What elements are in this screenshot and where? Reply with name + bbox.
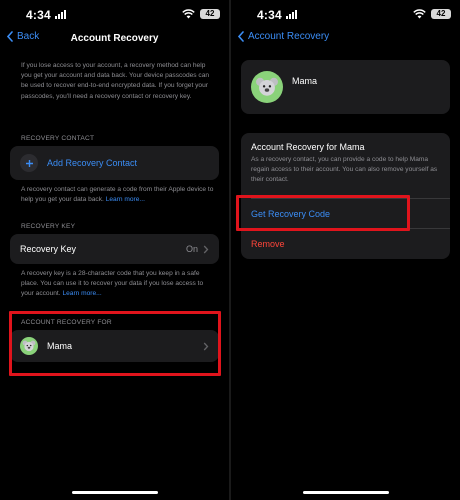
plus-icon xyxy=(20,154,38,172)
contact-recovery-detail-screen: 4:34 42 Account Recovery Mama Account Re… xyxy=(231,0,460,500)
account-recovery-screen: 4:34 42 Back Account Recovery If you los… xyxy=(0,0,229,500)
remove-button[interactable]: Remove xyxy=(251,239,285,249)
contact-name: Mama xyxy=(292,76,318,86)
status-bar: 4:34 42 xyxy=(0,0,229,28)
recovery-key-label: Recovery Key xyxy=(20,244,77,254)
add-recovery-contact-row[interactable]: Add Recovery Contact xyxy=(10,146,219,180)
recovery-key-row[interactable]: Recovery Key On xyxy=(10,234,219,264)
info-description: As a recovery contact, you can provide a… xyxy=(251,156,438,184)
learn-more-link[interactable]: Learn more... xyxy=(106,196,145,203)
home-indicator xyxy=(71,491,158,494)
battery-indicator: 42 xyxy=(200,9,220,19)
add-recovery-contact-label: Add Recovery Contact xyxy=(47,158,138,168)
wifi-icon xyxy=(182,9,195,19)
signal-bars-icon xyxy=(286,10,297,19)
back-button[interactable]: Account Recovery xyxy=(237,31,329,42)
status-time: 4:34 xyxy=(257,8,282,22)
home-indicator xyxy=(302,491,389,494)
recovery-key-footer: A recovery key is a 28-character code th… xyxy=(21,269,217,300)
battery-indicator: 42 xyxy=(431,9,451,19)
highlight-box xyxy=(9,311,221,376)
contact-card: Mama xyxy=(241,60,450,114)
recovery-key-value: On xyxy=(185,244,198,254)
intro-text: If you lose access to your account, a re… xyxy=(21,62,210,100)
chevron-right-icon xyxy=(203,245,209,253)
avatar xyxy=(251,71,283,103)
back-label: Account Recovery xyxy=(248,31,330,42)
recovery-contact-header: RECOVERY CONTACT xyxy=(21,135,95,142)
recovery-key-header: RECOVERY KEY xyxy=(21,223,76,230)
wifi-icon xyxy=(413,9,426,19)
page-title: Account Recovery xyxy=(70,33,159,44)
status-time: 4:34 xyxy=(26,8,51,22)
learn-more-link[interactable]: Learn more... xyxy=(62,290,101,297)
koala-avatar-icon xyxy=(256,77,278,96)
recovery-contact-footer: A recovery contact can generate a code f… xyxy=(21,185,217,205)
navigation-bar: Account Recovery xyxy=(231,28,460,50)
navigation-bar: Back Account Recovery xyxy=(0,28,229,50)
signal-bars-icon xyxy=(55,10,66,19)
info-title: Account Recovery for Mama xyxy=(251,142,365,152)
key-footer-text: A recovery key is a 28-character code th… xyxy=(21,270,204,298)
status-bar: 4:34 42 xyxy=(231,0,460,28)
highlight-box xyxy=(236,195,410,231)
chevron-left-icon xyxy=(237,31,244,42)
